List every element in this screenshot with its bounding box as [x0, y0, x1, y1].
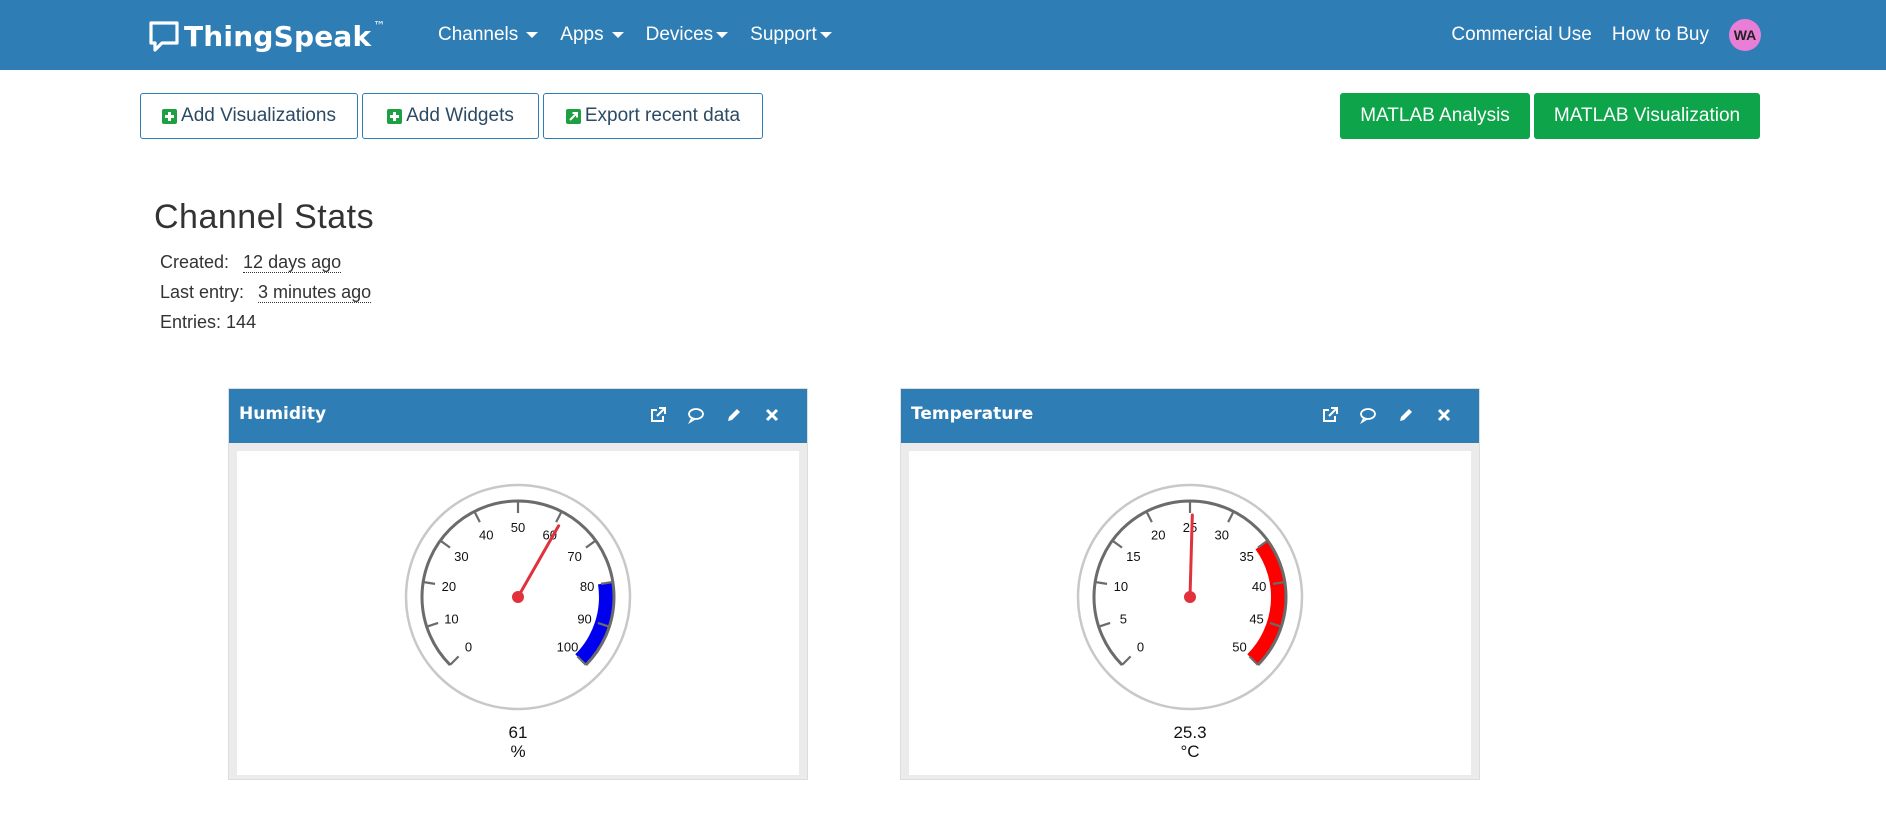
close-icon[interactable]	[1433, 404, 1455, 426]
channel-stats-title: Channel Stats	[154, 198, 375, 236]
add-visualizations-button[interactable]: Add Visualizations	[140, 93, 358, 139]
external-link-icon[interactable]	[647, 404, 669, 426]
gauge-tick-label: 90	[577, 612, 591, 627]
menu-channels[interactable]: Channels	[438, 24, 539, 46]
export-recent-data-label: Export recent data	[584, 105, 741, 126]
chevron-down-icon	[611, 32, 624, 38]
trademark-symbol: ™	[373, 19, 386, 33]
gauge-tick-label: 20	[442, 579, 456, 594]
comment-icon[interactable]	[1357, 404, 1379, 426]
gauge-tick-label: 40	[1252, 579, 1266, 594]
gauge-unit: %	[510, 742, 526, 761]
humidity-widget: Humidity 0 10 20 30 40 50 60 70 80 90 100 61 %	[228, 388, 808, 780]
gauge-tick-label: 45	[1249, 612, 1263, 627]
gauge-tick-label: 25	[1183, 520, 1197, 535]
gauge-tick-label: 10	[1114, 579, 1128, 594]
add-widgets-button[interactable]: Add Widgets	[362, 93, 539, 139]
gauge-tick-label: 30	[1215, 528, 1229, 543]
gauge-tick-label: 20	[1151, 528, 1165, 543]
plus-square-icon	[162, 108, 178, 124]
menu-support[interactable]: Support	[750, 24, 832, 46]
speech-bubble-logo-icon	[149, 21, 179, 52]
widget-title: Humidity	[239, 404, 327, 424]
pencil-icon[interactable]	[1395, 404, 1417, 426]
gauge-tick-label: 80	[580, 579, 594, 594]
entries-label: Entries:	[160, 312, 222, 332]
gauge-value: 25.3	[1173, 723, 1207, 742]
gauge-unit: °C	[1180, 742, 1200, 761]
gauge-needle-hub	[512, 591, 524, 603]
pencil-icon[interactable]	[723, 404, 745, 426]
matlab-analysis-button[interactable]: MATLAB Analysis	[1340, 93, 1530, 139]
chevron-down-icon	[819, 32, 832, 38]
thingspeak-logo[interactable]: ThingSpeak ™	[148, 18, 385, 54]
gauge-needle-hub	[1184, 591, 1196, 603]
gauge-tick-label: 100	[557, 639, 579, 654]
menu-devices-label: Devices	[645, 24, 714, 45]
close-icon[interactable]	[761, 404, 783, 426]
main-menu: Channels Apps Devices Support	[438, 0, 854, 70]
menu-channels-label: Channels	[438, 24, 519, 45]
add-visualizations-label: Add Visualizations	[181, 105, 336, 126]
last-entry-stat: Last entry: 3 minutes ago	[160, 282, 372, 303]
account-menu: Commercial Use How to Buy WA	[1431, 0, 1761, 70]
chevron-down-icon	[716, 32, 729, 38]
last-entry-value: 3 minutes ago	[258, 282, 372, 303]
matlab-visualization-button[interactable]: MATLAB Visualization	[1534, 93, 1760, 139]
export-recent-data-button[interactable]: Export recent data	[543, 93, 763, 139]
gauge-tick-label: 15	[1126, 549, 1140, 564]
gauge-tick-label: 40	[479, 528, 493, 543]
gauge-value: 61	[508, 723, 528, 742]
user-avatar[interactable]: WA	[1729, 19, 1761, 51]
menu-support-label: Support	[750, 24, 817, 45]
external-link-square-icon	[565, 108, 581, 124]
commercial-use-link[interactable]: Commercial Use	[1451, 24, 1591, 46]
menu-apps-label: Apps	[560, 24, 604, 45]
gauge-tick-label: 70	[567, 549, 581, 564]
created-value: 12 days ago	[243, 252, 342, 273]
widget-actions	[1303, 404, 1455, 426]
widget-body: 0 10 20 30 40 50 60 70 80 90 100 61 %	[237, 451, 799, 775]
gauge-tick-label: 5	[1120, 612, 1127, 627]
widget-body: 0 5 10 15 20 25 30 35 40 45 50 25.3 °C	[909, 451, 1471, 775]
plus-square-icon	[387, 108, 403, 124]
widget-header: Temperature	[901, 389, 1479, 443]
gauge-tick-label: 0	[465, 639, 472, 654]
chevron-down-icon	[526, 32, 539, 38]
external-link-icon[interactable]	[1319, 404, 1341, 426]
menu-apps[interactable]: Apps	[560, 24, 624, 46]
gauge-tick-label: 10	[444, 612, 458, 627]
gauge-tick-label: 35	[1239, 549, 1253, 564]
gauge-tick-label: 50	[511, 520, 525, 535]
widget-actions	[631, 404, 783, 426]
comment-icon[interactable]	[685, 404, 707, 426]
gauge-tick-label: 30	[454, 549, 468, 564]
last-entry-label: Last entry:	[160, 282, 245, 302]
created-stat: Created: 12 days ago	[160, 252, 342, 273]
add-widgets-label: Add Widgets	[406, 105, 514, 126]
gauge-tick-label: 0	[1137, 639, 1144, 654]
brand-name: ThingSpeak	[184, 19, 372, 53]
created-label: Created:	[160, 252, 230, 272]
widget-header: Humidity	[229, 389, 807, 443]
temperature-widget: Temperature 0 5 10 15 20 25 30 35 40 45 50 25.3 °C	[900, 388, 1480, 780]
widget-title: Temperature	[911, 404, 1034, 424]
menu-devices[interactable]: Devices	[646, 24, 729, 46]
entries-value: 144	[226, 312, 257, 332]
how-to-buy-link[interactable]: How to Buy	[1612, 24, 1709, 46]
entries-stat: Entries: 144	[160, 312, 256, 333]
top-navbar: ThingSpeak ™ Channels Apps Devices Suppor…	[0, 0, 1886, 70]
gauge-tick-label: 50	[1232, 639, 1246, 654]
